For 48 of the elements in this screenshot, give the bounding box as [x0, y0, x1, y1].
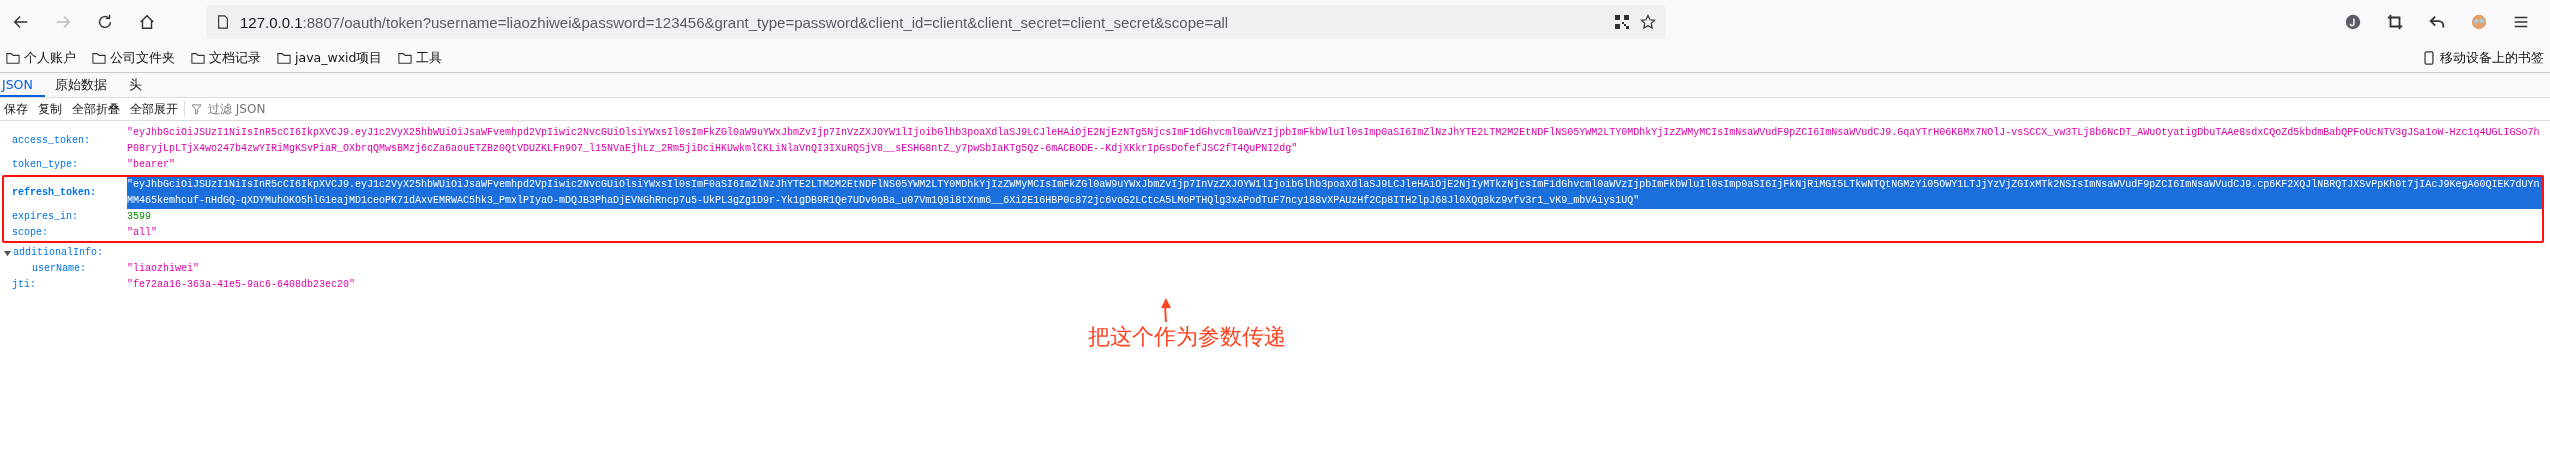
reload-icon[interactable]	[96, 13, 114, 31]
json-value: "fe72aa16-363a-41e5-9ac6-6408db23ec20"	[127, 278, 357, 292]
json-value: "liaozhiwei"	[127, 262, 200, 276]
bookmark-folder[interactable]: 文档记录	[191, 49, 261, 67]
json-key: access_token:	[12, 125, 127, 157]
json-key: additionalInfo:	[12, 245, 127, 261]
mobile-bookmarks[interactable]: 移动设备上的书签	[2422, 49, 2544, 67]
toolbar-button[interactable]: 保存	[0, 100, 32, 118]
folder-icon	[92, 51, 106, 65]
toolbar-button[interactable]: 复制	[34, 100, 66, 118]
crop-icon[interactable]	[2386, 13, 2404, 31]
folder-icon	[6, 51, 20, 65]
json-value: "all"	[127, 226, 158, 240]
json-value: 3599	[127, 210, 152, 224]
json-value: "bearer"	[127, 158, 176, 172]
profile-icon[interactable]	[2344, 13, 2362, 31]
folder-icon	[398, 51, 413, 65]
toolbar-button[interactable]: 全部展开	[126, 100, 182, 118]
annotation-arrow	[1158, 297, 1174, 323]
expand-toggle-icon[interactable]	[4, 249, 11, 257]
json-key: expires_in:	[12, 209, 127, 225]
bookmark-folder[interactable]: java_wxid项目	[277, 49, 383, 67]
page-icon	[216, 15, 230, 29]
home-icon[interactable]	[138, 13, 156, 31]
bookmark-folder[interactable]: 个人账户	[6, 49, 76, 67]
viewer-tab[interactable]: 头	[126, 73, 154, 97]
json-key: refresh_token:	[12, 177, 127, 209]
bookmark-folder[interactable]: 公司文件夹	[92, 49, 175, 67]
toolbar-button[interactable]: 全部折叠	[68, 100, 124, 118]
viewer-tab[interactable]: JSON	[0, 73, 45, 97]
json-value: "eyJhbGciOiJSUzI1NiIsInR5cCI6IkpXVCJ9.eyJ1c2VyX25hbWUiOiJsaWFvemhpd2VpIiwic2NvcGUiOlsiYWxsIl0sImF0aSI6ImZlNzJhYTE2LTM2M2EtNDFlNS05YWM2LTY0MDhkYjIzZWMyMCIsImFkZGl0aW9uYWxJbmZvIjp7InVzZXJOYW1lIjoibGlhb3poaXdlaSJ9LCJleHAiOjE2NjIyMTkzNjcsImF1dGhvcml0aWVzIjpbImFkbWluIl0sImp0aSI6IjFkNjRiMGI5LTkwNTQtNGMzYi05OWY1LTJjYzVjZGIxMTk2NSIsImNsaWVudF9pZCI6ImNsaWVudCJ9.cp6KF2XQJlNBRQTJXSvPpKh0t7jIAcJ9KegA60QIEK7dUYnMM465kemhcuf-nHdGQ-qXDYMuhOKO5hlG1eajMD1ceoPK71dAxvEMRWAC5hk3_PmxlPIyaO-mDQJB3PhaDjEVNGhRncp7u5-UkPL3gZg1D9r-Yk1gDB9R1Qe7UDv0oBa_u07Vm1Q8i8tXnm6__6Xi2E16HBP0c872jc6voG2LCtcA5LMoPTHQlg3xAPodTuF7ncy188vXPAUzHf2Cp8ITH2lpJ68Jl0XQq8kz9vfv3r1_vK9_mbVAiys1UQ"	[127, 177, 2542, 209]
json-value: "eyJhbGciOiJSUzI1NiIsInR5cCI6IkpXVCJ9.eyJ1c2VyX25hbWUiOiJsaWFvemhpd2VpIiwic2NvcGUiOlsiYWxsIl0sImFkZGl0aW9uYWxJbmZvIjp7InVzZXJOYW1lIjoibGlhb3poaXdlaSJ9LCJleHAiOjE2NjEzNTg5NjcsImF1dGhvcml0aWVzIjpbImFkbWluIl0sImp0aSI6ImZlNzJhYTE2LTM2M2EtNDFlNS05YWM2LTY0MDhkYjIzZWMyMCIsImNsaWVudF9pZCI6ImNsaWVudCJ9.GqaYTrH06K8Mx7NOlJ-vsSCCX_vw3TLj8b6NcDT_AWuOtyatigDbuTAAe8sdxCQoZd5kbdmBabQPFoUcNTV3gJSa1oW-Hzc1q4UGLIGSo7hP08ryjLpLTjX4wo247b4zwYIRiMgKSvPiaR_OXbrqQMwsBMzj6cZa6aouETZBz0QtVDUZKLFn9O7_l15NVaEjhLz_2Rm5jiDciHKUwkmlCKLiNlaVnQI3IXuRQSjV8__sESHG8ntZ_y7pwSbIaKTg5Qz-6mACBODE--KdjXKkrIpGsDofefJSC2fT4QuPNI2dg"	[127, 126, 2541, 156]
bookmark-folder[interactable]: 工具	[398, 49, 443, 67]
json-key: jti:	[12, 277, 127, 293]
back-icon[interactable]	[12, 13, 30, 31]
qr-code-icon[interactable]	[1614, 14, 1630, 30]
json-key: token_type:	[12, 157, 127, 173]
phone-icon	[2422, 51, 2436, 65]
viewer-tab[interactable]: 原始数据	[52, 73, 119, 97]
folder-icon	[277, 51, 291, 65]
filter-field[interactable]: 过滤 JSON	[206, 101, 380, 117]
filter-icon	[191, 103, 202, 115]
json-key: userName:	[32, 261, 127, 277]
url-text: 127.0.0.1:8807/oauth/token?username=liaozhiwei&password=123456&grant_type=password&client_id=client&client_secret=client_secret&scope=all	[240, 13, 1230, 31]
folder-icon	[191, 51, 205, 65]
address-bar[interactable]: 127.0.0.1:8807/oauth/token?username=liaozhiwei&password=123456&grant_type=password&client_id=client&client_secret=client_secret&scope=all	[206, 5, 1666, 39]
star-icon[interactable]	[1640, 14, 1656, 30]
json-key: scope:	[12, 225, 127, 241]
